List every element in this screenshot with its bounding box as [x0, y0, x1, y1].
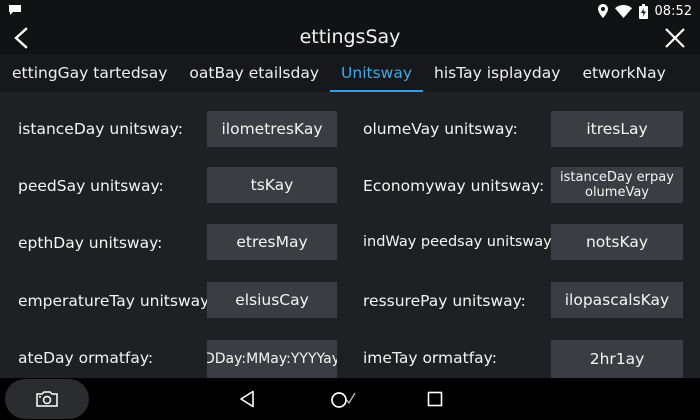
status-bar: 08:52	[0, 0, 700, 22]
message-notification-icon	[9, 5, 21, 15]
tab-boat-details[interactable]: oatBay etailsday	[178, 54, 330, 92]
back-arrow-icon	[14, 27, 28, 49]
date-format-label: ateDay ormatfay:	[18, 349, 154, 367]
distance-units-label: istanceDay unitsway:	[18, 120, 183, 138]
nav-back-icon	[240, 390, 254, 408]
page-title: ettingsSay	[299, 26, 401, 48]
tab-getting-started[interactable]: ettingGay tartedsay	[0, 54, 178, 92]
speed-units-label: peedSay unitsway:	[18, 177, 164, 195]
depth-units-select[interactable]: etresMay	[207, 224, 337, 260]
temperature-units-select[interactable]: elsiusCay	[207, 282, 337, 318]
status-time: 08:52	[654, 3, 692, 19]
tab-units[interactable]: Unitsway	[330, 54, 424, 92]
navigation-bar	[0, 378, 700, 420]
units-settings-panel: istanceDay unitsway: ilometresKay olumeV…	[0, 92, 700, 378]
tab-display[interactable]: hisTay isplayday	[423, 54, 571, 92]
pressure-units-label: ressurePay unitsway:	[363, 292, 526, 310]
nav-recents-button[interactable]	[420, 384, 450, 414]
nav-home-button[interactable]	[328, 384, 358, 414]
wind-speed-units-label: indWay peedsay unitsway:	[363, 234, 556, 250]
nav-home-icon	[331, 392, 356, 408]
pressure-units-select[interactable]: ilopascalsKay	[551, 282, 683, 318]
date-format-select[interactable]: DDay:MMay:YYYYay	[207, 340, 337, 378]
temperature-units-label: emperatureTay unitsway:	[18, 292, 214, 310]
screenshot-button[interactable]	[5, 379, 89, 419]
economy-units-label: Economyway unitsway:	[363, 177, 545, 195]
close-icon	[665, 28, 685, 48]
back-button[interactable]	[6, 24, 36, 52]
close-button[interactable]	[660, 24, 690, 52]
wind-speed-units-select[interactable]: notsKay	[551, 224, 683, 260]
camera-icon	[36, 391, 58, 407]
nav-recents-icon	[427, 391, 443, 407]
economy-units-select[interactable]: istanceDay erpay olumeVay	[551, 167, 683, 203]
time-format-select[interactable]: 2hr1ay	[551, 340, 683, 378]
speed-units-select[interactable]: tsKay	[207, 167, 337, 203]
battery-charging-icon	[638, 3, 648, 19]
time-format-label: imeTay ormatfay:	[363, 349, 497, 367]
wifi-icon	[614, 4, 632, 18]
volume-units-select[interactable]: itresLay	[551, 111, 683, 147]
status-icons: 08:52	[597, 2, 692, 20]
distance-units-select[interactable]: ilometresKay	[207, 111, 337, 147]
volume-units-label: olumeVay unitsway:	[363, 120, 518, 138]
location-icon	[597, 4, 608, 18]
depth-units-label: epthDay unitsway:	[18, 234, 163, 252]
title-bar: ettingsSay	[0, 22, 700, 54]
nav-back-button[interactable]	[232, 384, 262, 414]
settings-tabs: ettingGay tartedsay oatBay etailsday Uni…	[0, 54, 700, 92]
tab-network[interactable]: etworkNay	[571, 54, 676, 92]
